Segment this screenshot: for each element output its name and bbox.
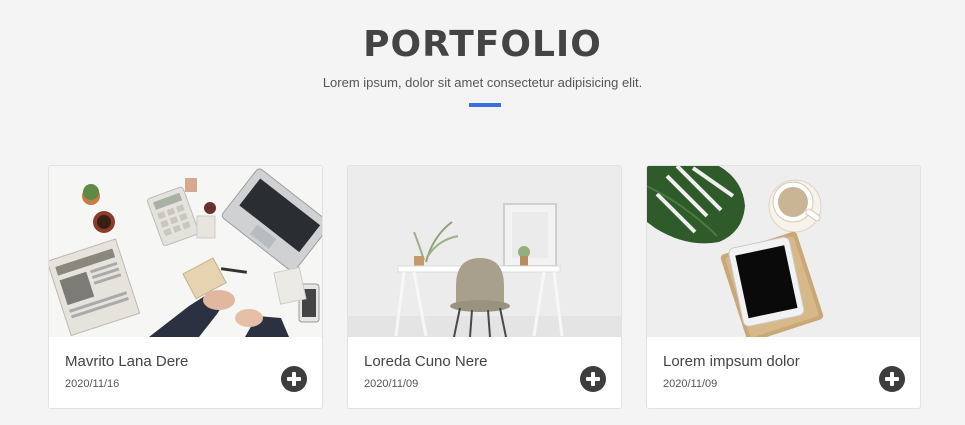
card-title[interactable]: Loreda Cuno Nere: [364, 353, 487, 370]
title-underline: [469, 103, 501, 107]
card-body: Mavrito Lana Dere 2020/11/16: [49, 337, 322, 408]
card-title[interactable]: Mavrito Lana Dere: [65, 353, 188, 370]
section-title: PORTFOLIO: [363, 24, 602, 65]
card-body: Lorem impsum dolor 2020/11/09: [647, 337, 920, 408]
portfolio-card[interactable]: Lorem impsum dolor 2020/11/09: [646, 165, 921, 409]
plus-circle-icon[interactable]: [879, 366, 905, 392]
section-subtitle: Lorem ipsum, dolor sit amet consectetur …: [322, 75, 643, 90]
plus-circle-icon[interactable]: [580, 366, 606, 392]
card-date: 2020/11/09: [364, 378, 419, 390]
card-date: 2020/11/16: [65, 378, 120, 390]
card-body: Loreda Cuno Nere 2020/11/09: [348, 337, 621, 408]
portfolio-card[interactable]: Mavrito Lana Dere 2020/11/16: [48, 165, 323, 409]
tablet-coffee-plant-photo[interactable]: [647, 166, 920, 337]
white-desk-chair-photo[interactable]: [348, 166, 621, 337]
plus-circle-icon[interactable]: [281, 366, 307, 392]
card-title[interactable]: Lorem impsum dolor: [663, 353, 800, 370]
card-date: 2020/11/09: [663, 378, 718, 390]
office-desk-workspace-photo[interactable]: [49, 166, 322, 337]
portfolio-card[interactable]: Loreda Cuno Nere 2020/11/09: [347, 165, 622, 409]
